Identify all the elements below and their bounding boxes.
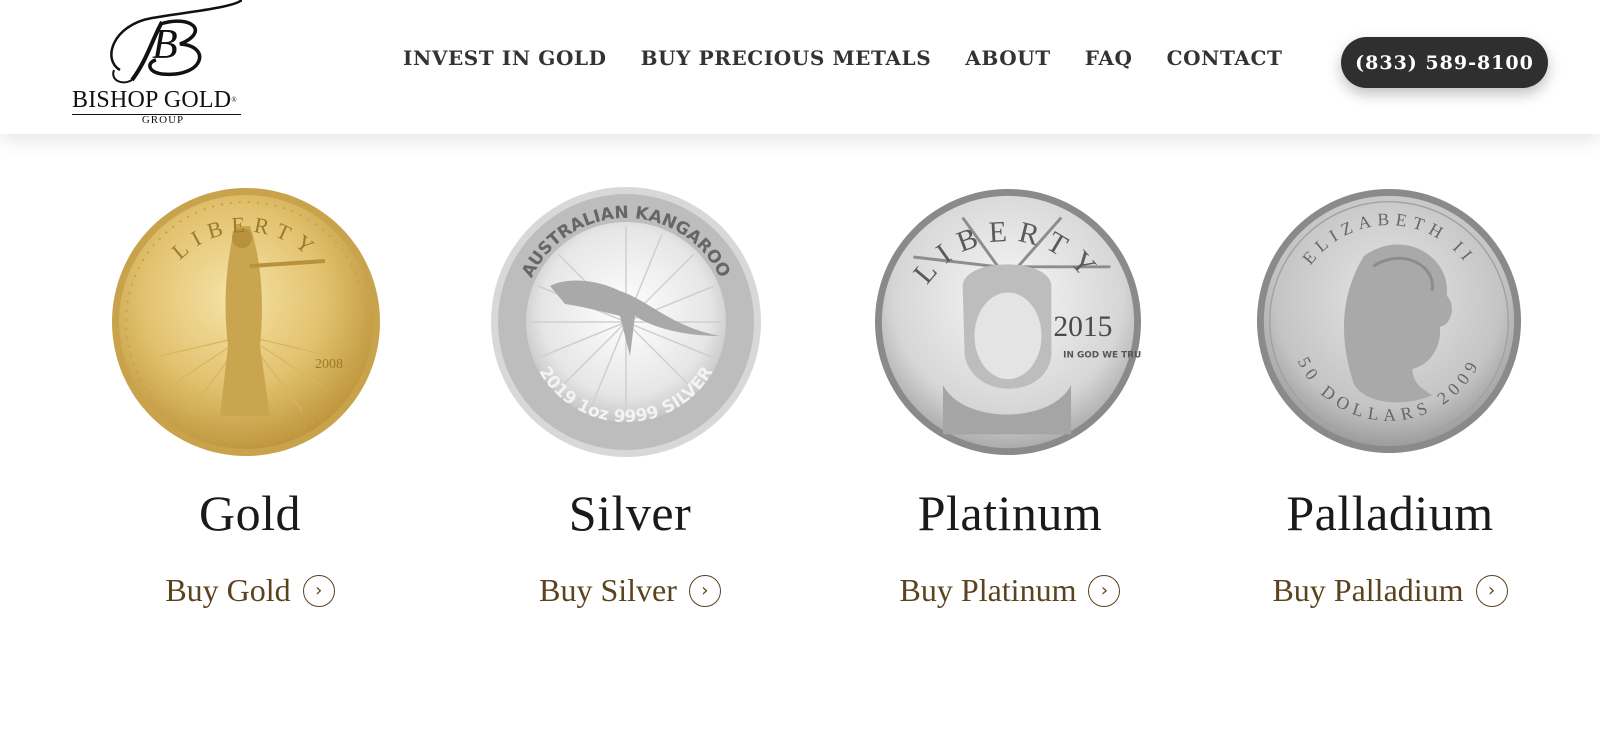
brand-subtitle: GROUP (141, 114, 185, 126)
chevron-right-circle-icon: › (302, 574, 335, 607)
product-title: Platinum (917, 485, 1103, 541)
products-section: LIBERTY 2008 Gold Buy Gold › AUSTRALIAN … (0, 134, 1600, 734)
chevron-right-circle-icon: › (688, 574, 721, 607)
buy-silver-link[interactable]: Buy Silver › (440, 572, 820, 609)
palladium-coin-icon: ELIZABETH II 50 DOLLARS 2009 (1256, 188, 1522, 454)
gold-coin-image[interactable]: LIBERTY 2008 (110, 186, 382, 458)
brand-logo[interactable]: B BISHOP GOLD® GROUP (70, 0, 260, 130)
chevron-right-circle-icon: › (1088, 574, 1121, 607)
nav-buy-precious-metals[interactable]: BUY PRECIOUS METALS (641, 46, 932, 70)
buy-platinum-link[interactable]: Buy Platinum › (820, 572, 1200, 609)
monogram-icon: B (110, 0, 242, 84)
silver-coin-image[interactable]: AUSTRALIAN KANGAROO 2019 1oz 9999 SILVER (490, 186, 762, 458)
nav-contact[interactable]: CONTACT (1167, 46, 1283, 70)
silver-coin-icon: AUSTRALIAN KANGAROO 2019 1oz 9999 SILVER (491, 187, 761, 457)
svg-text:IN GOD WE TRUST: IN GOD WE TRUST (1063, 350, 1142, 360)
gold-coin-icon: LIBERTY 2008 (112, 188, 380, 456)
buy-palladium-label: Buy Palladium (1272, 572, 1464, 608)
product-title: Palladium (1286, 485, 1494, 541)
phone-button[interactable]: (833) 589-8100 (1341, 37, 1548, 88)
nav-faq[interactable]: FAQ (1085, 46, 1133, 70)
platinum-coin-icon: LIBERTY 2015 IN GOD WE TRUST (874, 188, 1154, 456)
main-nav: INVEST IN GOLD BUY PRECIOUS METALS ABOUT… (403, 46, 1283, 70)
chevron-right-circle-icon: › (1475, 574, 1508, 607)
svg-text:2008: 2008 (315, 357, 343, 372)
buy-gold-label: Buy Gold (165, 572, 291, 608)
buy-platinum-label: Buy Platinum (899, 572, 1077, 608)
brand-name: BISHOP GOLD® (72, 86, 241, 115)
product-title: Silver (568, 485, 692, 541)
buy-silver-label: Buy Silver (539, 572, 677, 608)
svg-text:B: B (152, 22, 178, 68)
platinum-coin-image[interactable]: LIBERTY 2015 IN GOD WE TRUST (874, 188, 1154, 456)
palladium-coin-image[interactable]: ELIZABETH II 50 DOLLARS 2009 (1256, 188, 1522, 454)
buy-palladium-link[interactable]: Buy Palladium › (1200, 572, 1580, 609)
nav-about[interactable]: ABOUT (965, 46, 1051, 70)
buy-gold-link[interactable]: Buy Gold › (60, 572, 440, 609)
nav-invest-in-gold[interactable]: INVEST IN GOLD (403, 46, 607, 70)
product-title: Gold (199, 485, 301, 541)
site-header: B BISHOP GOLD® GROUP INVEST IN GOLD BUY … (0, 0, 1600, 134)
svg-text:2015: 2015 (1053, 311, 1112, 343)
